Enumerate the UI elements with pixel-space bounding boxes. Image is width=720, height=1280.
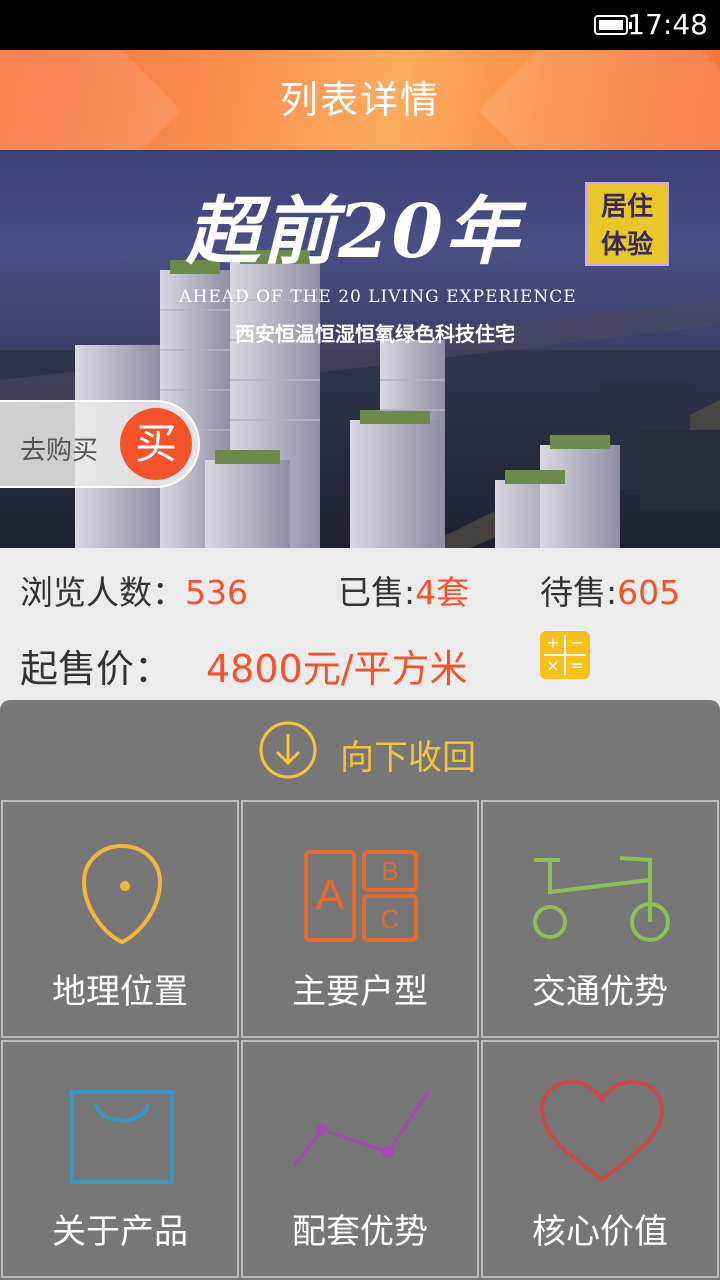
badge-line2: 体验 [600, 230, 653, 260]
collapse-label: 向下收回 [340, 738, 476, 778]
price-label: 起售价： [20, 647, 173, 691]
svg-text:A: A [315, 871, 345, 920]
badge-line1: 居住 [600, 192, 653, 222]
tile-transport[interactable]: 交通优势 [481, 800, 719, 1038]
page-title: 列表详情 [279, 78, 440, 122]
tile-label: 交通优势 [532, 972, 668, 1012]
tile-label: 主要户型 [292, 972, 428, 1012]
calculator-icon[interactable]: + − × = [540, 631, 590, 679]
tile-label: 配套优势 [292, 1212, 428, 1252]
pending-label: 待售: [540, 573, 618, 612]
price-value: 4800元/平方米 [206, 647, 468, 691]
views-label: 浏览人数： [20, 573, 185, 612]
tile-core-value[interactable]: 核心价值 [481, 1040, 719, 1278]
battery-icon [594, 15, 632, 35]
tile-label: 地理位置 [52, 972, 188, 1012]
abc-blocks-icon: A B C [304, 850, 418, 942]
sold-label: 已售: [338, 573, 416, 612]
buy-circle-icon: 买 [120, 408, 192, 480]
buy-button[interactable]: 去购买 买 [0, 400, 200, 488]
tile-location[interactable]: 地理位置 [1, 800, 239, 1038]
collapse-button[interactable]: 向下收回 [0, 700, 720, 800]
title-bar: 列表详情 [0, 50, 720, 150]
views-value: 536 [185, 573, 248, 612]
tile-label: 关于产品 [52, 1212, 188, 1252]
status-time: 17:48 [627, 8, 708, 41]
arrow-down-circle-icon [259, 721, 317, 779]
status-bar: 17:48 [0, 0, 720, 50]
line-chart-icon [292, 1091, 430, 1167]
banner-headline: 超前20年 [186, 189, 521, 275]
buy-label: 去购买 [20, 436, 99, 466]
pending-value: 605 [617, 573, 681, 612]
banner-subtitle-cn: 西安恒温恒湿恒氧绿色科技住宅 [235, 322, 515, 346]
sold-value: 4套 [415, 573, 470, 612]
views-stat: 浏览人数：536 [20, 566, 248, 614]
stats-row: 浏览人数：536 已售:4套 待售:605 [0, 548, 720, 628]
tile-floor-plan[interactable]: A B C 主要户型 [241, 800, 479, 1038]
price-row: 起售价： 4800元/平方米 + − × = [0, 628, 720, 700]
location-icon [81, 843, 163, 945]
tile-about-product[interactable]: 关于产品 [1, 1040, 239, 1278]
sold-stat: 已售:4套 [338, 566, 469, 614]
svg-text:C: C [381, 904, 400, 934]
svg-text:B: B [381, 856, 398, 886]
banner-subtitle-en: AHEAD OF THE 20 LIVING EXPERIENCE [179, 287, 577, 307]
banner-badge: 居住 体验 [585, 182, 669, 266]
tile-label: 核心价值 [532, 1212, 668, 1252]
pending-stat: 待售:605 [540, 566, 680, 614]
banner-image[interactable]: 超前20年 居住 体验 AHEAD OF THE 20 LIVING EXPER… [0, 150, 720, 548]
feature-panel: 向下收回 地理位置 A B C 主要户型 交通优势 关于产品 配套优势 核心价值 [0, 700, 720, 1280]
bicycle-icon [533, 856, 670, 942]
heart-icon [539, 1079, 665, 1183]
tile-facilities[interactable]: 配套优势 [241, 1040, 479, 1278]
shopping-bag-icon [70, 1090, 174, 1184]
